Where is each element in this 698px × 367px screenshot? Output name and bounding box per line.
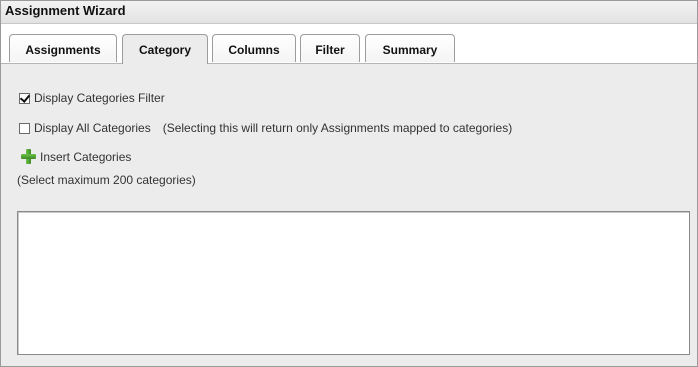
display-all-categories-row: Display All Categories (Selecting this w…	[19, 121, 512, 135]
tab-summary[interactable]: Summary	[365, 34, 455, 62]
tab-bar: Assignments Category Columns Filter Summ…	[1, 34, 697, 64]
assignment-wizard-window: Assignment Wizard Assignments Category C…	[0, 0, 698, 367]
max-categories-note: (Select maximum 200 categories)	[17, 173, 196, 187]
tab-filter[interactable]: Filter	[300, 34, 360, 62]
category-panel: Display Categories Filter Display All Ca…	[1, 64, 697, 366]
display-all-categories-checkbox[interactable]	[19, 122, 30, 134]
display-categories-filter-row: Display Categories Filter	[19, 91, 165, 105]
display-all-categories-label[interactable]: Display All Categories	[34, 121, 151, 135]
window-title: Assignment Wizard	[1, 1, 697, 24]
display-categories-filter-checkbox[interactable]	[19, 92, 30, 104]
tab-columns[interactable]: Columns	[212, 34, 296, 62]
tab-category[interactable]: Category	[122, 34, 208, 64]
categories-list-box[interactable]	[17, 211, 690, 355]
plus-icon	[21, 149, 36, 164]
tab-assignments[interactable]: Assignments	[9, 34, 117, 62]
display-categories-filter-label[interactable]: Display Categories Filter	[34, 91, 165, 105]
insert-categories-button[interactable]: Insert Categories	[21, 149, 131, 164]
display-all-categories-note: (Selecting this will return only Assignm…	[162, 121, 513, 135]
insert-categories-label[interactable]: Insert Categories	[40, 150, 131, 164]
